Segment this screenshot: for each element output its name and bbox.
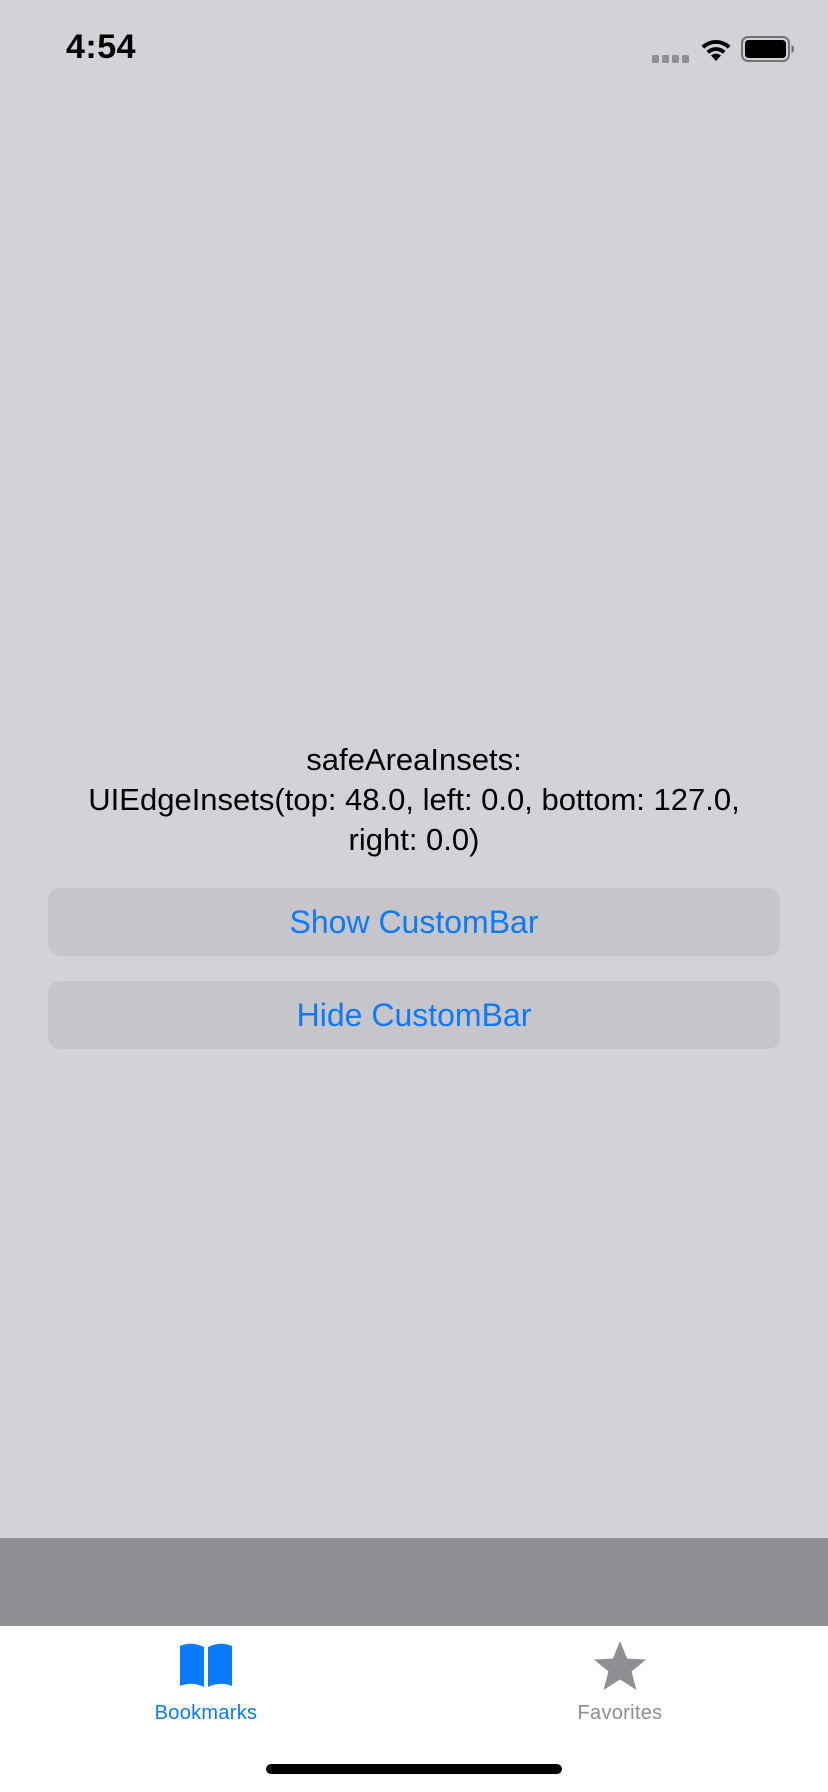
home-indicator [266,1764,562,1774]
book-icon [180,1643,232,1687]
tab-favorites-label: Favorites [577,1702,663,1724]
show-custombar-button[interactable]: Show CustomBar [48,888,780,956]
status-time: 4:54 [66,28,137,66]
custom-bar [0,1538,828,1626]
safe-area-insets-label: safeAreaInsets: UIEdgeInsets(top: 48.0, … [88,742,740,857]
wifi-icon [701,39,731,61]
battery-icon [741,36,794,62]
tab-bookmarks[interactable]: Bookmarks [96,1626,316,1736]
hide-custombar-button[interactable]: Hide CustomBar [48,981,780,1049]
cellular-signal-icon [652,55,689,63]
tab-favorites[interactable]: Favorites [510,1626,730,1736]
star-icon [594,1641,646,1690]
status-bar: 4:54 [0,0,828,100]
tab-bookmarks-label: Bookmarks [154,1702,258,1724]
tab-bar: Bookmarks Favorites [0,1626,828,1792]
